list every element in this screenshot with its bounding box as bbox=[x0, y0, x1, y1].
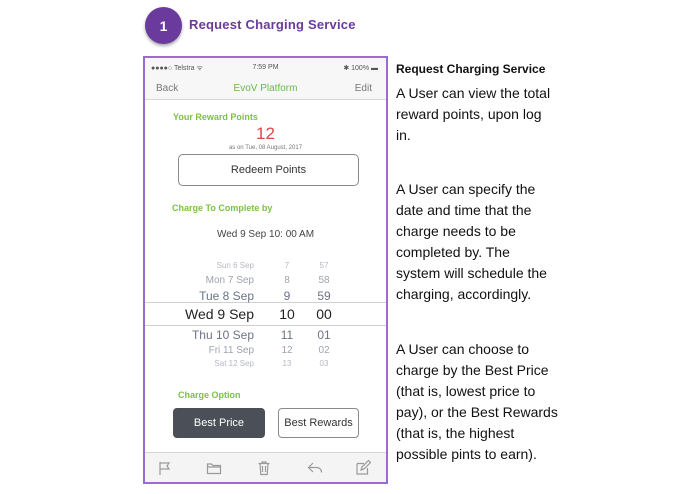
description-line: charge needs to be bbox=[396, 223, 516, 239]
picker-minute[interactable]: 01 bbox=[310, 328, 338, 342]
bottom-toolbar bbox=[145, 452, 386, 482]
picker-minute[interactable]: 02 bbox=[310, 345, 338, 356]
picker-hour-selected[interactable]: 10 bbox=[277, 306, 297, 322]
picker-day[interactable]: Thu 10 Sep bbox=[192, 328, 254, 342]
description-paragraph-1: A User can view the total reward points,… bbox=[396, 83, 550, 146]
description-paragraph-3: A User can choose to charge by the Best … bbox=[396, 339, 558, 465]
step-number-badge: 1 bbox=[145, 7, 182, 44]
charge-complete-value[interactable]: Wed 9 Sep 10: 00 AM bbox=[145, 229, 386, 240]
description-line: charging, accordingly. bbox=[396, 286, 532, 302]
description-title: Request Charging Service bbox=[396, 62, 546, 76]
reply-icon[interactable] bbox=[307, 460, 323, 476]
picker-day[interactable]: Sat 12 Sep bbox=[214, 359, 254, 368]
picker-hour[interactable]: 13 bbox=[277, 359, 297, 368]
flag-icon[interactable] bbox=[157, 460, 173, 476]
picker-hour[interactable]: 7 bbox=[277, 261, 297, 270]
picker-minute[interactable]: 58 bbox=[310, 275, 338, 286]
picker-minute[interactable]: 57 bbox=[310, 261, 338, 270]
description-line: completed by. The bbox=[396, 244, 510, 260]
picker-hour[interactable]: 9 bbox=[277, 289, 297, 303]
description-line: pay), or the Best Rewards bbox=[396, 404, 558, 420]
description-line: possible pints to earn). bbox=[396, 446, 537, 462]
compose-icon[interactable] bbox=[355, 459, 372, 476]
picker-day-selected[interactable]: Wed 9 Sep bbox=[185, 306, 254, 322]
redeem-points-button[interactable]: Redeem Points bbox=[178, 154, 359, 186]
description-line: A User can view the total bbox=[396, 85, 551, 101]
picker-hour[interactable]: 11 bbox=[277, 328, 297, 342]
folder-icon[interactable] bbox=[206, 460, 222, 476]
description-line: charge by the Best Price bbox=[396, 362, 549, 378]
charge-option-label: Charge Option bbox=[178, 390, 241, 400]
battery-indicator: ✱ 100% ▬ bbox=[343, 65, 378, 72]
description-line: (that is, lowest price to bbox=[396, 383, 536, 399]
picker-hour[interactable]: 8 bbox=[277, 275, 297, 286]
description-line: A User can choose to bbox=[396, 341, 530, 357]
picker-day[interactable]: Mon 7 Sep bbox=[206, 275, 254, 286]
description-line: reward points, upon log bbox=[396, 106, 542, 122]
trash-icon[interactable] bbox=[256, 460, 272, 476]
phone-screen: ●●●●○ Telstra ᯤ 7:59 PM ✱ 100% ▬ Back Ev… bbox=[143, 56, 388, 484]
nav-bar: Back EvoV Platform Edit bbox=[145, 78, 386, 100]
edit-button[interactable]: Edit bbox=[355, 83, 372, 94]
date-time-picker[interactable]: Sun 6 Sep 7 57 Mon 7 Sep 8 58 Tue 8 Sep … bbox=[145, 258, 386, 378]
nav-title: EvoV Platform bbox=[233, 83, 298, 94]
status-bar: ●●●●○ Telstra ᯤ 7:59 PM ✱ 100% ▬ bbox=[145, 58, 386, 78]
picker-minute[interactable]: 03 bbox=[310, 359, 338, 368]
picker-day[interactable]: Sun 6 Sep bbox=[217, 261, 254, 270]
reward-points-label: Your Reward Points bbox=[173, 112, 258, 122]
step-title: Request Charging Service bbox=[189, 17, 356, 32]
best-rewards-button[interactable]: Best Rewards bbox=[278, 408, 359, 438]
description-line: system will schedule the bbox=[396, 265, 547, 281]
picker-minute-selected[interactable]: 00 bbox=[310, 306, 338, 322]
description-line: A User can specify the bbox=[396, 181, 536, 197]
picker-day[interactable]: Tue 8 Sep bbox=[199, 289, 254, 303]
description-line: date and time that the bbox=[396, 202, 532, 218]
description-line: in. bbox=[396, 127, 411, 143]
picker-day[interactable]: Fri 11 Sep bbox=[209, 345, 254, 356]
description-line: (that is, the highest bbox=[396, 425, 515, 441]
picker-hour[interactable]: 12 bbox=[277, 345, 297, 356]
charge-complete-label: Charge To Complete by bbox=[172, 203, 273, 213]
picker-selection-bottom-line bbox=[145, 325, 386, 326]
picker-minute[interactable]: 59 bbox=[310, 289, 338, 303]
reward-points-value: 12 bbox=[256, 124, 275, 143]
reward-points-date: as on Tue, 08 August, 2017 bbox=[228, 145, 303, 151]
best-price-button[interactable]: Best Price bbox=[173, 408, 265, 438]
description-paragraph-2: A User can specify the date and time tha… bbox=[396, 179, 547, 305]
picker-selection-top-line bbox=[145, 302, 386, 303]
